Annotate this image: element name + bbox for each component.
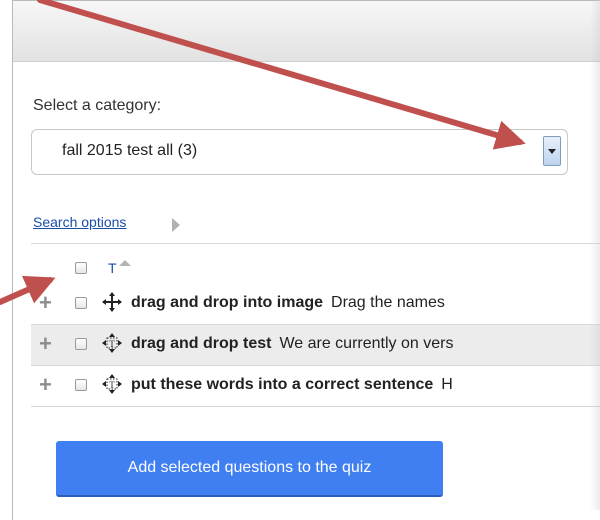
annotation-arrow-to-dropdown — [37, 0, 526, 150]
annotation-arrows — [0, 0, 526, 305]
annotation-arrow-to-checkbox — [0, 275, 56, 305]
